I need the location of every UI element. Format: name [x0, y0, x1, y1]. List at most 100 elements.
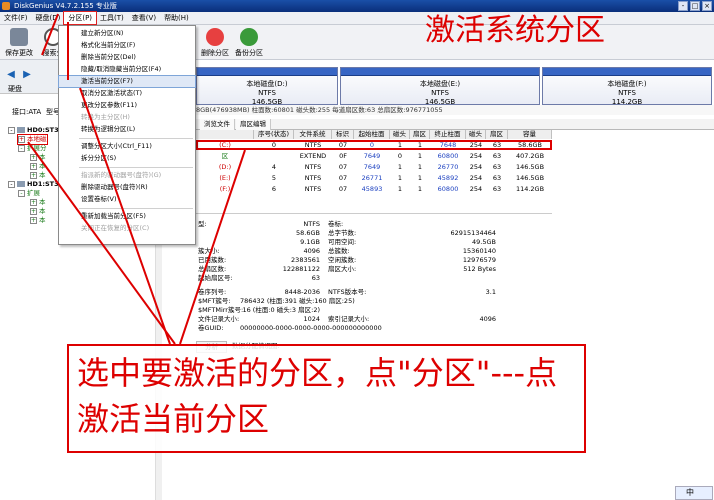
table-cell[interactable]: 1 [410, 151, 430, 161]
table-cell[interactable]: 7649 [354, 162, 390, 172]
table-cell[interactable]: 45892 [430, 173, 466, 183]
table-cell[interactable]: (E:) [196, 173, 254, 183]
table-cell[interactable]: 07 [332, 140, 354, 150]
tree-partition-f[interactable]: + 本 [30, 171, 46, 180]
table-cell[interactable]: 63 [486, 173, 508, 183]
menu-item[interactable]: 格式化当前分区(F) [59, 40, 195, 51]
property-k: 簇大小: [198, 247, 220, 255]
table-cell[interactable]: (C:) [196, 140, 254, 150]
table-cell[interactable]: 1 [390, 162, 410, 172]
menu-item[interactable]: 激活当前分区(F7) [58, 75, 196, 88]
table-cell[interactable]: 254 [466, 173, 486, 183]
table-cell[interactable]: NTFS [294, 140, 332, 150]
menu-item[interactable]: 更改分区参数(F11) [59, 100, 195, 111]
tree-partition-c[interactable]: + 本地磁 [17, 134, 48, 145]
partition-block-e[interactable]: 本地磁盘(E:) NTFS 146.5GB [340, 67, 540, 106]
table-cell[interactable]: 254 [466, 162, 486, 172]
table-cell[interactable]: 区 [196, 151, 254, 161]
menu-item[interactable]: 删除驱动器号(盘符)(R) [59, 182, 195, 193]
prev-disk-icon[interactable]: ◀ [4, 68, 18, 82]
table-cell[interactable]: 254 [466, 151, 486, 161]
table-cell[interactable]: 1 [390, 184, 410, 194]
menu-disk[interactable]: 硬盘(D) [32, 12, 65, 24]
table-cell[interactable]: 26770 [430, 162, 466, 172]
table-cell[interactable]: 4 [254, 162, 294, 172]
property-k2: 卷标: [328, 220, 344, 228]
table-cell[interactable]: 1 [410, 140, 430, 150]
table-cell[interactable]: 0F [332, 151, 354, 161]
partition-block-d[interactable]: 本地磁盘(D:) NTFS 146.5GB [196, 67, 338, 106]
table-cell[interactable]: 7648 [430, 140, 466, 150]
menu-item[interactable]: 隐藏/取消隐藏当前分区(F4) [59, 64, 195, 75]
tab-browse-files[interactable]: 浏览文件 [200, 119, 235, 130]
minimize-button[interactable]: - [678, 1, 688, 11]
tree-partition-hd1-3[interactable]: + 本 [30, 216, 46, 225]
table-cell[interactable]: 146.5GB [508, 162, 552, 172]
table-cell[interactable]: 63 [486, 162, 508, 172]
menu-item[interactable]: 取消分区激活状态(T) [59, 88, 195, 99]
table-cell[interactable]: 63 [486, 184, 508, 194]
table-cell[interactable]: 254 [466, 140, 486, 150]
table-cell[interactable]: (F:) [196, 184, 254, 194]
menu-item[interactable]: 删除当前分区(Del) [59, 52, 195, 63]
table-cell[interactable]: 07 [332, 162, 354, 172]
tree-partition-hd1-2[interactable]: + 本 [30, 207, 46, 216]
table-cell[interactable]: 254 [466, 184, 486, 194]
menu-item[interactable]: 建立新分区(N) [59, 28, 195, 39]
table-cell[interactable]: 0 [390, 151, 410, 161]
table-cell[interactable]: 63 [486, 151, 508, 161]
menu-partition[interactable]: 分区(P) [63, 11, 98, 25]
menu-item[interactable]: 拆分分区(S) [59, 153, 195, 164]
table-cell[interactable]: 1 [390, 140, 410, 150]
table-cell[interactable]: 60800 [430, 184, 466, 194]
table-cell[interactable]: NTFS [294, 173, 332, 183]
table-cell[interactable]: 45893 [354, 184, 390, 194]
table-cell[interactable]: 114.2GB [508, 184, 552, 194]
table-cell[interactable]: 60800 [430, 151, 466, 161]
table-cell[interactable]: 1 [410, 173, 430, 183]
table-cell[interactable] [254, 151, 294, 161]
tree-disk-hd1[interactable]: - HD1:ST31 [8, 180, 63, 189]
tab-sector-edit[interactable]: 扇区编辑 [236, 119, 271, 130]
menu-item[interactable]: 重新加载当前分区(F5) [59, 211, 195, 222]
table-cell[interactable]: 146.5GB [508, 173, 552, 183]
menu-file[interactable]: 文件(F) [0, 12, 32, 24]
table-cell[interactable]: 407.2GB [508, 151, 552, 161]
tree-partition-hd1-1[interactable]: + 本 [30, 198, 46, 207]
table-cell[interactable]: 1 [390, 173, 410, 183]
table-cell[interactable]: 26771 [354, 173, 390, 183]
save-changes-button[interactable]: 保存更改 [2, 28, 36, 58]
table-cell[interactable]: 58.6GB [508, 140, 552, 150]
next-disk-icon[interactable]: ▶ [20, 68, 34, 82]
property-k: 起始扇区号: [198, 274, 233, 282]
close-button[interactable]: × [702, 1, 712, 11]
table-cell[interactable]: 07 [332, 184, 354, 194]
tree-extended[interactable]: - 扩展分 [18, 144, 47, 153]
table-cell[interactable]: NTFS [294, 162, 332, 172]
table-cell[interactable]: 0 [354, 140, 390, 150]
maximize-button[interactable]: □ [690, 1, 700, 11]
menu-item[interactable]: 转换为逻辑分区(L) [59, 124, 195, 135]
table-cell[interactable]: NTFS [294, 184, 332, 194]
table-cell[interactable]: 1 [410, 184, 430, 194]
table-cell[interactable]: 6 [254, 184, 294, 194]
table-cell[interactable]: 0 [254, 140, 294, 150]
tree-partition-d[interactable]: + 本 [30, 153, 46, 162]
table-cell[interactable]: 07 [332, 173, 354, 183]
partition-block-f[interactable]: 本地磁盘(F:) NTFS 114.2GB [542, 67, 712, 106]
menu-item[interactable]: 调整分区大小(Ctrl_F11) [59, 141, 195, 152]
table-cell[interactable]: EXTEND [294, 151, 332, 161]
table-cell[interactable]: 1 [410, 162, 430, 172]
table-cell[interactable]: (D:) [196, 162, 254, 172]
tree-extended-hd1[interactable]: - 扩展 [18, 189, 40, 198]
menu-help[interactable]: 帮助(H) [160, 12, 193, 24]
menu-item[interactable]: 设置卷标(V) [59, 194, 195, 205]
table-cell[interactable]: 5 [254, 173, 294, 183]
menu-view[interactable]: 查看(V) [128, 12, 160, 24]
table-cell[interactable]: 7649 [354, 151, 390, 161]
tree-disk-hd0[interactable]: - HD0:ST35 [8, 126, 63, 135]
menu-tools[interactable]: 工具(T) [96, 12, 128, 24]
ime-indicator[interactable]: 中 [675, 486, 713, 500]
tree-partition-e[interactable]: + 本 [30, 162, 46, 171]
table-cell[interactable]: 63 [486, 140, 508, 150]
